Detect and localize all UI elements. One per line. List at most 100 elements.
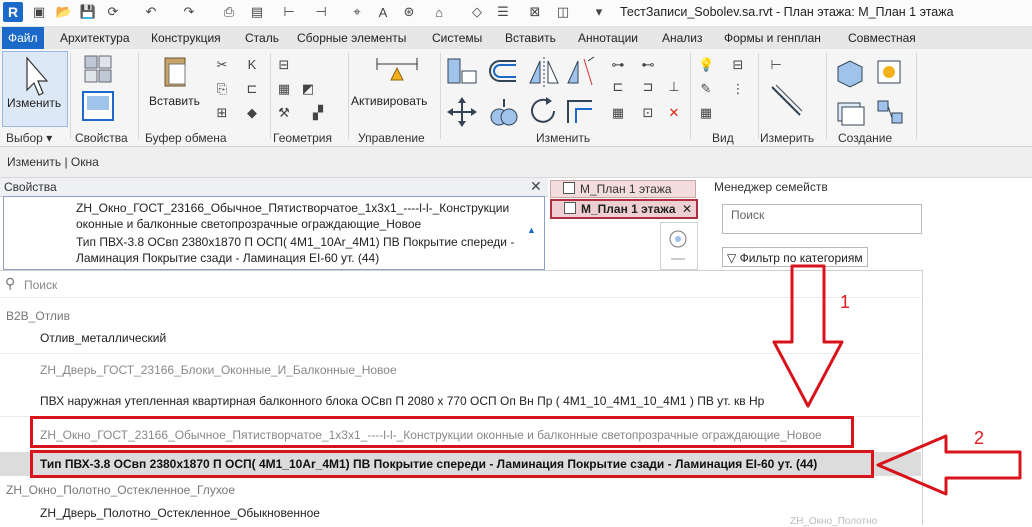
paint-brush-icon[interactable]: ⋮ — [730, 81, 746, 97]
activate-dimensions-icon — [376, 58, 418, 81]
mirror-axis-icon[interactable] — [526, 55, 562, 89]
thin-lines-icon[interactable]: ☰ — [494, 3, 512, 21]
tab-massing-site[interactable]: Формы и генплан — [718, 27, 827, 49]
filter-view-icon[interactable]: ▦ — [698, 105, 714, 121]
create-part-icon[interactable] — [832, 55, 868, 89]
3d-view-icon[interactable]: ⊛ — [400, 3, 418, 21]
hide-element-icon[interactable]: ⊟ — [730, 57, 746, 73]
join-icon[interactable]: ⊞ — [214, 105, 230, 121]
trim-single-icon[interactable]: ⊐ — [640, 79, 656, 95]
annotation-arrow-down — [772, 264, 844, 408]
group-modify-label: Изменить — [536, 131, 591, 145]
family-manager-search-input[interactable]: Поиск — [722, 204, 922, 234]
cut-geometry-icon[interactable]: ▦ — [276, 81, 292, 97]
open-icon[interactable]: 📂 — [55, 3, 73, 21]
undo-icon[interactable]: ↶ — [142, 3, 160, 21]
scale-icon[interactable]: ⊡ — [640, 105, 656, 121]
tab-precast[interactable]: Сборные элементы — [291, 27, 412, 49]
tab-architecture[interactable]: Архитектура — [54, 27, 136, 49]
redo-icon[interactable]: ↷ — [180, 3, 198, 21]
activate-button[interactable]: Активировать — [351, 53, 438, 115]
tab-analyze[interactable]: Анализ — [656, 27, 709, 49]
cut-icon[interactable]: ✂ — [214, 57, 230, 73]
print-icon[interactable]: ⎙ — [220, 3, 238, 21]
move-icon[interactable] — [444, 95, 480, 129]
tab-annotate[interactable]: Аннотации — [572, 27, 644, 49]
pin-icon[interactable]: ⊥ — [666, 79, 682, 95]
customize-qat-icon[interactable]: ▾ — [590, 3, 608, 21]
create-assembly-icon[interactable] — [832, 95, 868, 129]
tab-collaborate[interactable]: Совместная — [842, 27, 922, 49]
group-controls-label: Управление — [358, 131, 425, 145]
array-icon[interactable]: ▦ — [610, 105, 626, 121]
dropdown-search-input[interactable]: Поиск — [24, 278, 57, 292]
background-text: ZH_Окно_Полотно — [790, 516, 878, 527]
highlight-box-family — [30, 416, 854, 448]
rotate-icon[interactable] — [526, 95, 562, 129]
mirror-draw-axis-icon[interactable] — [564, 55, 600, 89]
measure-between-icon[interactable]: ⊢ — [768, 57, 784, 73]
view-tab-1[interactable]: М_План 1 этажа — [550, 180, 696, 198]
group-select-label[interactable]: Выбор ▾ — [6, 131, 52, 145]
properties-close-icon[interactable]: ✕ — [530, 178, 542, 195]
trim-icon[interactable]: ⊏ — [610, 79, 626, 95]
match-type-icon[interactable]: K — [244, 57, 260, 73]
view-tab-close-icon[interactable]: ✕ — [682, 201, 692, 217]
tag-icon[interactable]: ⌖ — [348, 3, 366, 21]
list-type-row[interactable]: ZH_Дверь_Полотно_Остекленное_Обыкновенно… — [0, 499, 921, 527]
tab-file[interactable]: Файл — [2, 27, 44, 49]
paste-button[interactable]: Вставить — [146, 53, 204, 115]
aligned-dimension-tool-icon[interactable] — [766, 79, 810, 123]
navigation-bar[interactable] — [660, 222, 698, 270]
offset-icon[interactable] — [486, 55, 522, 89]
annotation-label-1: 1 — [840, 292, 851, 312]
linework-icon[interactable]: ✎ — [698, 81, 714, 97]
copy-icon[interactable]: ⎘ — [214, 81, 230, 97]
text-icon[interactable]: A — [374, 3, 392, 21]
create-group-icon[interactable] — [872, 95, 908, 129]
revit-logo[interactable]: R — [3, 2, 23, 22]
properties-button[interactable] — [78, 53, 120, 129]
tab-insert[interactable]: Вставить — [499, 27, 562, 49]
tab-systems[interactable]: Системы — [426, 27, 488, 49]
tab-steel[interactable]: Сталь — [239, 27, 285, 49]
split-gap-icon[interactable]: ⊷ — [640, 57, 656, 73]
search-icon: ⚲ — [5, 275, 16, 291]
align-icon[interactable] — [444, 55, 480, 89]
trim-extend-icon[interactable] — [564, 95, 600, 129]
cope-icon[interactable]: ⊟ — [276, 57, 292, 73]
wall-joins-icon[interactable]: ▞ — [310, 105, 326, 121]
annotation-arrow-left — [876, 434, 1022, 496]
type-selector-line-3: Тип ПВХ-3.8 ОСвп 2380х1870 П ОСП( 4М1_10… — [76, 235, 515, 249]
sync-icon[interactable]: ⟳ — [104, 3, 122, 21]
override-graphics-icon[interactable]: 💡 — [698, 57, 714, 73]
section-icon[interactable]: ◇ — [468, 3, 486, 21]
home-icon[interactable]: ⌂ — [430, 3, 448, 21]
split-face-icon[interactable]: ◩ — [300, 81, 316, 97]
demolish-icon[interactable]: ⚒ — [276, 105, 292, 121]
type-selector-line-1: ZH_Окно_ГОСТ_23166_Обычное_Пятистворчато… — [76, 201, 510, 215]
tab-structure[interactable]: Конструкция — [145, 27, 227, 49]
properties-header — [0, 178, 548, 197]
paint-icon[interactable]: ◆ — [244, 105, 260, 121]
close-hidden-icon[interactable]: ⊠ — [526, 3, 544, 21]
create-similar-icon[interactable] — [872, 55, 908, 89]
measure-icon[interactable]: ⊢ — [280, 3, 298, 21]
aligned-dimension-icon[interactable]: ⊣ — [312, 3, 330, 21]
family-manager-title: Менеджер семейств — [714, 180, 828, 194]
type-selector-expand-icon[interactable]: ▲ — [527, 225, 536, 235]
type-selector-line-2: оконные и балконные светопрозрачные огра… — [76, 217, 422, 231]
split-element-icon[interactable]: ⊶ — [610, 57, 626, 73]
modify-button-label: Изменить — [7, 96, 62, 110]
modify-button[interactable]: Изменить — [2, 51, 68, 127]
sheet-icon[interactable]: ▤ — [248, 3, 266, 21]
paste-button-label: Вставить — [149, 94, 200, 108]
copy-to-clipboard-icon[interactable]: ⊏ — [244, 81, 260, 97]
info-icon[interactable]: ▣ — [30, 3, 48, 21]
view-tab-2-active[interactable]: М_План 1 этажа ✕ — [550, 199, 698, 219]
group-measure-label: Измерить — [760, 131, 815, 145]
save-icon[interactable]: 💾 — [79, 3, 97, 21]
switch-windows-icon[interactable]: ◫ — [554, 3, 572, 21]
delete-icon[interactable]: ✕ — [666, 105, 682, 121]
copy-element-icon[interactable] — [486, 95, 522, 129]
